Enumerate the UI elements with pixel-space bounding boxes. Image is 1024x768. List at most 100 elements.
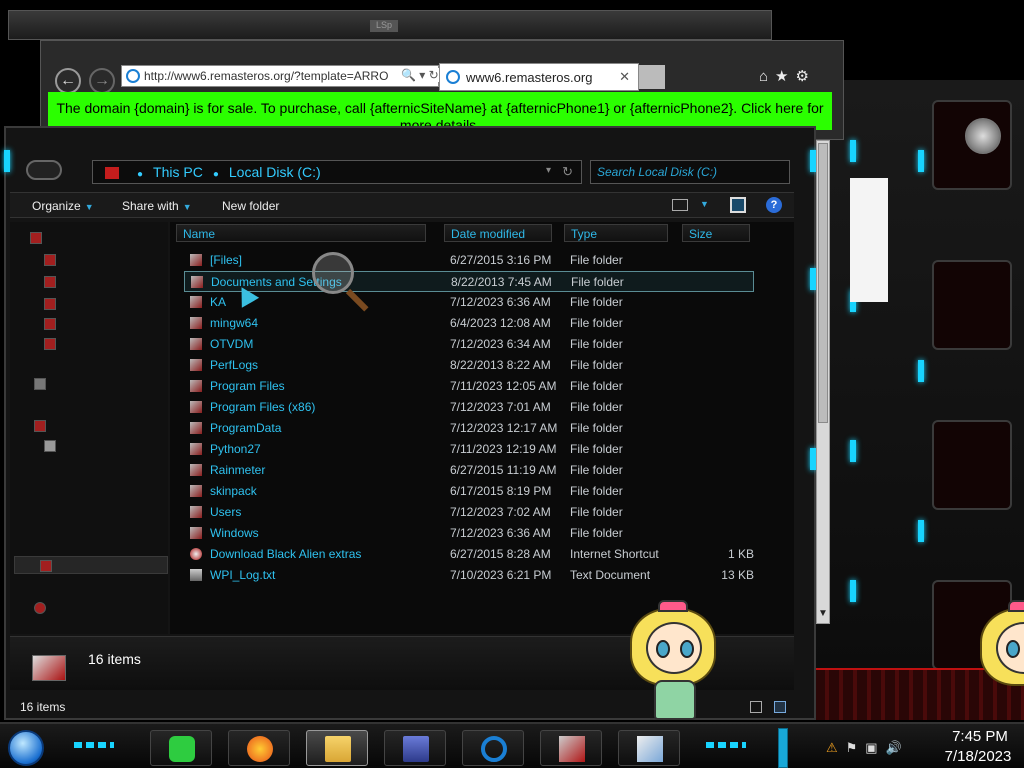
help-icon[interactable]: ? xyxy=(766,197,782,213)
domain-sale-banner[interactable]: The domain {domain} is for sale. To purc… xyxy=(48,92,832,130)
breadcrumb-separator: ● xyxy=(137,169,144,180)
this-pc-icon[interactable] xyxy=(34,420,46,432)
navigation-pane xyxy=(10,222,168,634)
file-row[interactable]: Program Files (x86) 7/12/2023 7:01 AM File… xyxy=(184,397,754,418)
column-header-name[interactable]: Name xyxy=(176,224,426,242)
file-row[interactable]: ProgramData 7/12/2023 12:17 AM File folder xyxy=(184,418,754,439)
folder-icon xyxy=(325,736,351,762)
file-row[interactable]: Windows 7/12/2023 6:36 AM File folder xyxy=(184,523,754,544)
new-folder-button[interactable]: New folder xyxy=(222,199,279,213)
view-options-icon[interactable] xyxy=(672,199,688,211)
clock-time[interactable]: 7:45 PM xyxy=(940,728,1020,745)
file-row[interactable]: Rainmeter 6/27/2015 11:19 AM File folder xyxy=(184,460,754,481)
file-row[interactable]: Users 7/12/2023 7:02 AM File folder xyxy=(184,502,754,523)
new-tab-button[interactable] xyxy=(639,65,665,89)
network-icon[interactable] xyxy=(34,602,46,614)
documents-icon[interactable] xyxy=(44,318,56,330)
file-row[interactable]: skinpack 6/17/2015 8:19 PM File folder xyxy=(184,481,754,502)
downloads-icon[interactable] xyxy=(44,276,56,288)
address-bar[interactable]: http://www6.remasteros.org/?template=ARR… xyxy=(121,65,439,87)
internet-shortcut-icon xyxy=(190,548,202,560)
share-with-button[interactable]: Share with ▼ xyxy=(122,199,192,213)
refresh-icon[interactable]: ↻ xyxy=(562,164,573,180)
file-date-modified: 6/4/2023 12:08 AM xyxy=(450,316,551,330)
start-button[interactable] xyxy=(8,730,44,766)
taskbar-app-alien-theme[interactable] xyxy=(540,730,602,766)
file-date-modified: 6/27/2015 11:19 AM xyxy=(450,463,557,477)
column-header-size[interactable]: Size xyxy=(682,224,750,242)
taskbar-app-network[interactable] xyxy=(618,730,680,766)
taskbar-app-control-panel[interactable] xyxy=(384,730,446,766)
file-row[interactable]: Program Files 7/11/2023 12:05 AM File fold… xyxy=(184,376,754,397)
file-name: Users xyxy=(210,505,242,519)
drive-icon[interactable] xyxy=(44,440,56,452)
file-name: ProgramData xyxy=(210,421,282,435)
details-view-icon[interactable] xyxy=(750,701,762,713)
scroll-down-icon[interactable]: ▼ xyxy=(817,608,829,619)
chevron-down-icon: ▼ xyxy=(182,202,192,212)
cartoon-mascot-icon xyxy=(974,600,1024,722)
file-row[interactable]: [Files] 6/27/2015 3:16 PM File folder xyxy=(184,250,754,271)
file-row[interactable]: Documents and Settings 8/22/2013 7:45 AM F… xyxy=(184,271,754,292)
file-row[interactable]: KA 7/12/2023 6:36 AM File folder xyxy=(184,292,754,313)
homegroup-icon[interactable] xyxy=(34,378,46,390)
taskbar-app-internet-explorer[interactable] xyxy=(462,730,524,766)
file-type: File folder xyxy=(570,337,623,351)
folder-icon xyxy=(190,422,202,434)
file-row[interactable]: PerfLogs 8/22/2013 8:22 AM File folder xyxy=(184,355,754,376)
tab-title: www6.remasteros.org xyxy=(466,70,593,85)
file-date-modified: 8/22/2013 8:22 AM xyxy=(450,358,551,372)
file-type: File folder xyxy=(570,526,623,540)
taskbar-app-firefox[interactable] xyxy=(228,730,290,766)
folder-icon xyxy=(190,401,202,413)
large-icons-view-icon[interactable] xyxy=(774,701,786,713)
breadcrumb-local-disk[interactable]: Local Disk (C:) xyxy=(229,164,321,180)
tray-icons-group[interactable]: ⚑▣🔊 xyxy=(846,740,910,755)
organize-button[interactable]: Organize ▼ xyxy=(32,199,94,213)
file-row[interactable]: OTVDM 7/12/2023 6:34 AM File folder xyxy=(184,334,754,355)
browser-toolbar-icons[interactable]: ⌂★⚙ xyxy=(759,67,816,85)
back-forward-button[interactable] xyxy=(26,160,62,180)
nav-item-local-disk[interactable] xyxy=(14,556,168,574)
file-row[interactable]: WPI_Log.txt 7/10/2023 6:21 PM Text Documen… xyxy=(184,565,754,586)
system-tray-icons[interactable]: ⚠⚑▣🔊 xyxy=(826,740,910,756)
recent-places-icon[interactable] xyxy=(44,298,56,310)
column-header-type[interactable]: Type xyxy=(564,224,668,242)
browser-scrollbar[interactable]: ▼ xyxy=(816,140,830,624)
tray-warning-icon[interactable]: ⚠ xyxy=(826,740,846,755)
forward-button[interactable]: → xyxy=(89,68,115,94)
background-window-title: LSp xyxy=(370,20,398,32)
preview-pane-icon[interactable] xyxy=(730,197,746,213)
magnifier-cursor-icon xyxy=(312,252,354,294)
breadcrumb[interactable]: ● This PC ● Local Disk (C:) ▾ ↻ xyxy=(92,160,582,184)
file-type: File folder xyxy=(570,463,623,477)
file-date-modified: 7/11/2023 12:19 AM xyxy=(450,442,557,456)
back-button[interactable]: ← xyxy=(55,68,81,94)
file-row[interactable]: Python27 7/11/2023 12:19 AM File folder xyxy=(184,439,754,460)
taskbar-app-file-explorer[interactable] xyxy=(306,730,368,766)
column-header-date-modified[interactable]: Date modified xyxy=(444,224,552,242)
share-with-label: Share with xyxy=(122,199,179,213)
music-icon[interactable] xyxy=(44,338,56,350)
browser-tab[interactable]: www6.remasteros.org ✕ xyxy=(439,63,639,91)
clock-date[interactable]: 7/18/2023 xyxy=(934,748,1022,765)
chevron-down-icon[interactable]: ▾ xyxy=(546,165,551,176)
glow-accent xyxy=(918,360,924,382)
close-tab-icon[interactable]: ✕ xyxy=(619,69,630,85)
taskbar-app-notes[interactable] xyxy=(150,730,212,766)
breadcrumb-this-pc[interactable]: This PC xyxy=(153,164,203,180)
desktop-icon[interactable] xyxy=(44,254,56,266)
gauge-panel xyxy=(932,420,1012,510)
show-desktop-button[interactable] xyxy=(778,728,788,768)
glow-accent xyxy=(850,440,856,462)
local-disk-icon[interactable] xyxy=(40,560,52,572)
search-input[interactable]: Search Local Disk (C:) xyxy=(590,160,790,184)
favorites-icon[interactable] xyxy=(30,232,42,244)
chevron-down-icon[interactable]: ▼ xyxy=(700,199,709,209)
address-controls[interactable]: 🔍 ▾ ↻ xyxy=(397,68,439,82)
file-date-modified: 7/12/2023 6:34 AM xyxy=(450,337,551,351)
file-row[interactable]: Download Black Alien extras 6/27/2015 8:2… xyxy=(184,544,754,565)
file-row[interactable]: mingw64 6/4/2023 12:08 AM File folder xyxy=(184,313,754,334)
scrollbar-thumb[interactable] xyxy=(818,143,828,423)
ie-icon xyxy=(481,736,507,762)
